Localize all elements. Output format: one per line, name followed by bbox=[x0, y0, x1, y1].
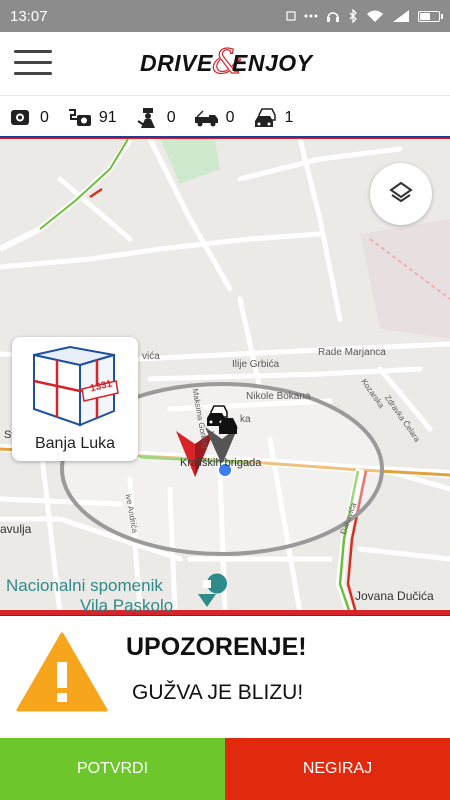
dots-icon bbox=[304, 14, 318, 18]
poi-label[interactable]: Nacionalni spomenik Vila Paskolo bbox=[6, 576, 173, 613]
stat-tow-truck[interactable]: 0 bbox=[194, 107, 235, 129]
bluetooth-icon bbox=[349, 9, 357, 23]
layers-button[interactable] bbox=[370, 163, 432, 225]
traffic-jam-icon bbox=[254, 108, 276, 127]
poi-name-line1: Nacionalni spomenik bbox=[6, 576, 163, 595]
layers-icon bbox=[389, 181, 413, 203]
status-bar: 13:07 bbox=[0, 0, 450, 32]
police-officer-icon bbox=[137, 108, 155, 128]
confirm-button[interactable]: POTVRDI bbox=[0, 738, 225, 800]
stat-value: 0 bbox=[166, 109, 176, 126]
city-name: Banja Luka bbox=[34, 435, 116, 452]
warning-message: GUŽVA JE BLIZU! bbox=[132, 681, 304, 704]
app-header: DRIVE & ENJOY bbox=[0, 32, 450, 96]
headset-icon bbox=[327, 12, 339, 22]
alert-counters-bar: 0 91 0 0 1 bbox=[0, 97, 450, 139]
app-logo: DRIVE & ENJOY bbox=[140, 41, 320, 82]
warning-triangle-icon bbox=[16, 632, 108, 712]
street-label: Jovana Dučića bbox=[355, 589, 434, 603]
hamburger-menu-icon[interactable] bbox=[14, 48, 52, 78]
signal-icon bbox=[393, 10, 409, 22]
street-label: ka bbox=[240, 414, 251, 425]
street-label: Nikole Bokana bbox=[246, 391, 311, 402]
stat-value: 0 bbox=[40, 109, 49, 126]
stat-value: 1 bbox=[284, 109, 294, 126]
deny-button[interactable]: NEGIRAJ bbox=[225, 738, 450, 800]
warning-title: UPOZORENJE! bbox=[126, 633, 307, 661]
warning-panel: UPOZORENJE! GUŽVA JE BLIZU! bbox=[0, 613, 450, 738]
action-buttons: POTVRDI NEGIRAJ bbox=[0, 738, 450, 800]
wifi-icon bbox=[367, 10, 383, 22]
stat-radar-camera[interactable]: 91 bbox=[67, 107, 117, 129]
speed-camera-icon bbox=[11, 110, 29, 125]
street-label: Rade Marjanca bbox=[318, 347, 386, 358]
city-card[interactable]: 1331 Banja Luka bbox=[12, 337, 138, 461]
status-time: 13:07 bbox=[10, 7, 48, 25]
logo-enjoy: ENJOY bbox=[232, 50, 313, 76]
street-label: Krajiških brigada bbox=[180, 457, 262, 469]
poi-name-line2: Vila Paskolo bbox=[80, 596, 174, 613]
tow-truck-icon bbox=[194, 110, 218, 127]
street-label: Ilije Grbića bbox=[232, 359, 280, 370]
stat-traffic-jam[interactable]: 1 bbox=[253, 107, 294, 129]
stat-value: 0 bbox=[225, 109, 235, 126]
street-label: vića bbox=[142, 351, 160, 362]
logo-drive: DRIVE bbox=[140, 50, 213, 76]
battery-icon bbox=[418, 10, 443, 22]
radar-camera-icon bbox=[68, 109, 91, 126]
stat-police[interactable]: 0 bbox=[135, 107, 176, 129]
package-box-icon bbox=[33, 345, 119, 427]
map-view[interactable]: vića Ilije Grbića Rade Marjanca Nikole B… bbox=[0, 139, 450, 613]
app: 13:07 DRIVE & ENJOY 0 91 0 0 1 vića Ilij… bbox=[0, 0, 450, 800]
square-icon bbox=[286, 11, 296, 21]
stat-speed-camera[interactable]: 0 bbox=[8, 107, 49, 129]
status-icons bbox=[286, 9, 443, 23]
street-label: avulja bbox=[0, 522, 32, 536]
stat-value: 91 bbox=[98, 109, 117, 126]
